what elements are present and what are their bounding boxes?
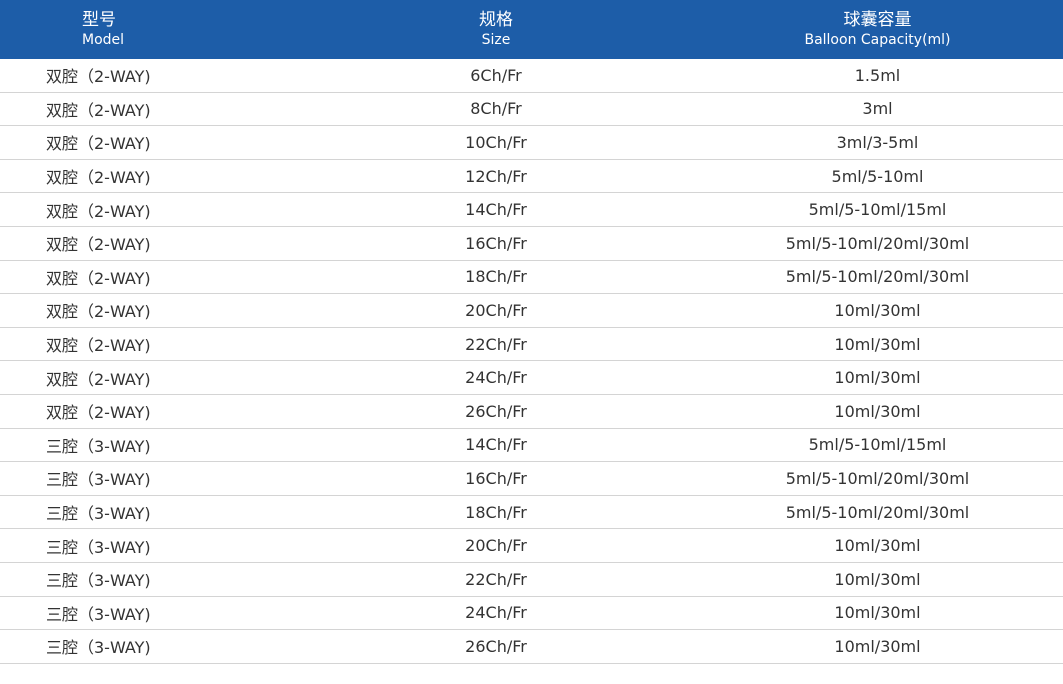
cell-model: 双腔（2-WAY) [0, 92, 300, 127]
cell-size: 26Ch/Fr [300, 394, 692, 429]
cell-capacity: 10ml/30ml [692, 629, 1063, 664]
cell-capacity: 5ml/5-10ml/20ml/30ml [692, 495, 1063, 530]
table-header: 型号 Model 规格 Size 球囊容量 Balloon Capacity(m… [0, 0, 1063, 59]
cell-model: 双腔（2-WAY) [0, 260, 300, 295]
table-row: 双腔（2-WAY) 6Ch/Fr 1.5ml [0, 59, 1063, 93]
cell-size: 10Ch/Fr [300, 125, 692, 160]
cell-size: 20Ch/Fr [300, 293, 692, 328]
table-row: 三腔（3-WAY) 26Ch/Fr 10ml/30ml [0, 629, 1063, 664]
header-model-en: Model [82, 32, 125, 48]
cell-model: 三腔（3-WAY) [0, 428, 300, 463]
table-row: 双腔（2-WAY) 24Ch/Fr 10ml/30ml [0, 360, 1063, 395]
cell-size: 22Ch/Fr [300, 327, 692, 362]
table-row: 双腔（2-WAY) 8Ch/Fr 3ml [0, 92, 1063, 127]
header-model: 型号 Model [0, 0, 300, 59]
header-capacity: 球囊容量 Balloon Capacity(ml) [692, 0, 1063, 59]
cell-model: 三腔（3-WAY) [0, 629, 300, 664]
table-row: 双腔（2-WAY) 10Ch/Fr 3ml/3-5ml [0, 125, 1063, 160]
cell-size: 12Ch/Fr [300, 159, 692, 194]
cell-capacity: 10ml/30ml [692, 562, 1063, 597]
header-model-cn: 型号 [82, 10, 116, 30]
table-row: 三腔（3-WAY) 14Ch/Fr 5ml/5-10ml/15ml [0, 428, 1063, 463]
table-row: 双腔（2-WAY) 14Ch/Fr 5ml/5-10ml/15ml [0, 192, 1063, 227]
cell-model: 三腔（3-WAY) [0, 461, 300, 496]
cell-size: 16Ch/Fr [300, 461, 692, 496]
cell-model: 双腔（2-WAY) [0, 226, 300, 261]
cell-size: 8Ch/Fr [300, 92, 692, 127]
cell-size: 16Ch/Fr [300, 226, 692, 261]
cell-size: 18Ch/Fr [300, 260, 692, 295]
cell-size: 6Ch/Fr [300, 59, 692, 93]
table-row: 三腔（3-WAY) 18Ch/Fr 5ml/5-10ml/20ml/30ml [0, 495, 1063, 530]
cell-model: 双腔（2-WAY) [0, 59, 300, 93]
table-row: 双腔（2-WAY) 26Ch/Fr 10ml/30ml [0, 394, 1063, 429]
cell-size: 24Ch/Fr [300, 596, 692, 631]
table-row: 双腔（2-WAY) 22Ch/Fr 10ml/30ml [0, 327, 1063, 362]
cell-model: 双腔（2-WAY) [0, 360, 300, 395]
cell-model: 三腔（3-WAY) [0, 495, 300, 530]
cell-model: 双腔（2-WAY) [0, 125, 300, 160]
table-row: 双腔（2-WAY) 18Ch/Fr 5ml/5-10ml/20ml/30ml [0, 260, 1063, 295]
cell-capacity: 3ml [692, 92, 1063, 127]
cell-capacity: 5ml/5-10ml/15ml [692, 192, 1063, 227]
cell-model: 双腔（2-WAY) [0, 327, 300, 362]
table-row: 三腔（3-WAY) 16Ch/Fr 5ml/5-10ml/20ml/30ml [0, 461, 1063, 496]
cell-model: 三腔（3-WAY) [0, 596, 300, 631]
cell-size: 24Ch/Fr [300, 360, 692, 395]
table-row: 三腔（3-WAY) 20Ch/Fr 10ml/30ml [0, 528, 1063, 563]
cell-model: 双腔（2-WAY) [0, 293, 300, 328]
cell-model: 双腔（2-WAY) [0, 159, 300, 194]
cell-capacity: 3ml/3-5ml [692, 125, 1063, 160]
cell-capacity: 10ml/30ml [692, 293, 1063, 328]
table-row: 双腔（2-WAY) 12Ch/Fr 5ml/5-10ml [0, 159, 1063, 194]
table-row: 三腔（3-WAY) 24Ch/Fr 10ml/30ml [0, 596, 1063, 631]
cell-model: 双腔（2-WAY) [0, 192, 300, 227]
header-capacity-cn: 球囊容量 [843, 10, 912, 30]
cell-model: 三腔（3-WAY) [0, 528, 300, 563]
cell-model: 双腔（2-WAY) [0, 394, 300, 429]
table-row: 双腔（2-WAY) 16Ch/Fr 5ml/5-10ml/20ml/30ml [0, 226, 1063, 261]
cell-size: 22Ch/Fr [300, 562, 692, 597]
cell-capacity: 5ml/5-10ml/20ml/30ml [692, 461, 1063, 496]
cell-capacity: 5ml/5-10ml [692, 159, 1063, 194]
header-size: 规格 Size [300, 0, 692, 59]
table-body: 双腔（2-WAY) 6Ch/Fr 1.5ml 双腔（2-WAY) 8Ch/Fr 3ml 双腔… [0, 59, 1063, 664]
cell-model: 三腔（3-WAY) [0, 562, 300, 597]
cell-capacity: 1.5ml [692, 59, 1063, 93]
header-size-en: Size [481, 32, 511, 48]
cell-capacity: 5ml/5-10ml/20ml/30ml [692, 226, 1063, 261]
cell-capacity: 10ml/30ml [692, 327, 1063, 362]
cell-size: 18Ch/Fr [300, 495, 692, 530]
cell-capacity: 10ml/30ml [692, 394, 1063, 429]
cell-capacity: 5ml/5-10ml/20ml/30ml [692, 260, 1063, 295]
cell-capacity: 5ml/5-10ml/15ml [692, 428, 1063, 463]
cell-capacity: 10ml/30ml [692, 596, 1063, 631]
cell-size: 14Ch/Fr [300, 428, 692, 463]
header-row: 型号 Model 规格 Size 球囊容量 Balloon Capacity(m… [0, 0, 1063, 59]
spec-table: 型号 Model 规格 Size 球囊容量 Balloon Capacity(m… [0, 0, 1063, 664]
table-row: 双腔（2-WAY) 20Ch/Fr 10ml/30ml [0, 293, 1063, 328]
table-row: 三腔（3-WAY) 22Ch/Fr 10ml/30ml [0, 562, 1063, 597]
cell-capacity: 10ml/30ml [692, 360, 1063, 395]
cell-size: 26Ch/Fr [300, 629, 692, 664]
header-capacity-en: Balloon Capacity(ml) [804, 32, 951, 48]
cell-capacity: 10ml/30ml [692, 528, 1063, 563]
header-size-cn: 规格 [479, 10, 513, 30]
cell-size: 14Ch/Fr [300, 192, 692, 227]
cell-size: 20Ch/Fr [300, 528, 692, 563]
